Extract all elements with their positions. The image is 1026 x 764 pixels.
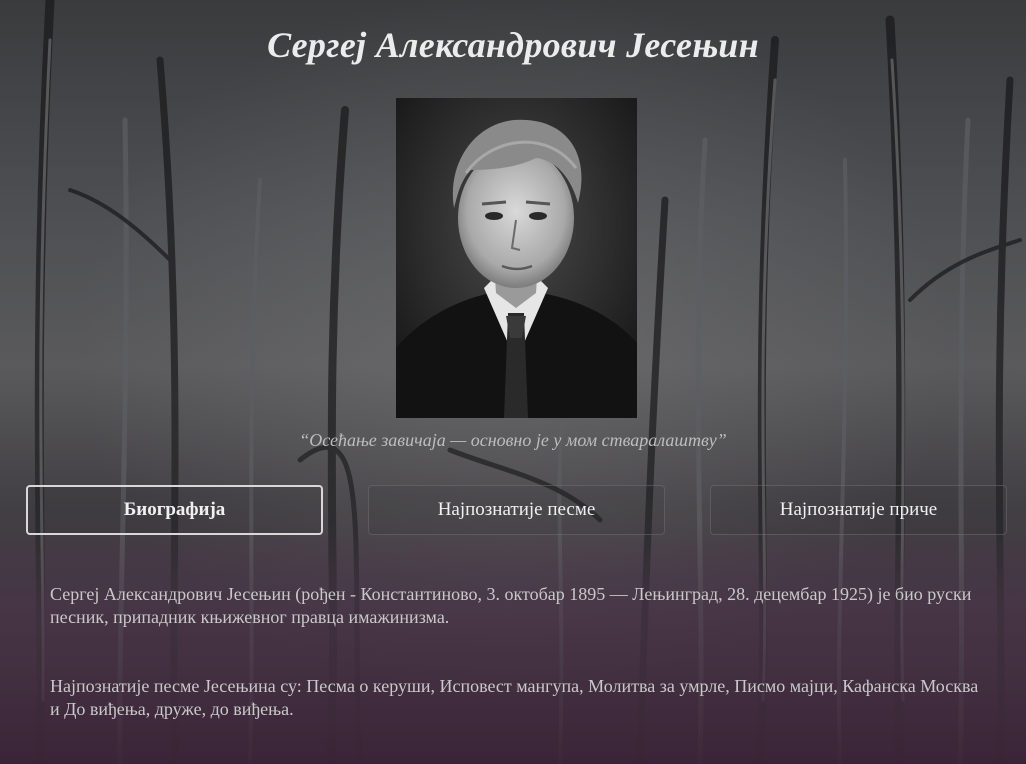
page-title: Сергеј Александрович Јесењин	[267, 25, 759, 65]
tab-biography[interactable]: Биографија	[26, 485, 323, 535]
tab-famous-stories[interactable]: Најпознатије приче	[710, 485, 1007, 535]
page-content: Сергеј Александрович Јесењин “Осећање за…	[0, 0, 1026, 764]
tab-bar: Биографија Најпознатије песме Најпознати…	[26, 485, 1008, 537]
tab-famous-poems[interactable]: Најпознатије песме	[368, 485, 665, 535]
quote: “Осећање завичаја — основно је у мом ств…	[299, 430, 727, 450]
biography-paragraph: Сергеј Александрович Јесењин (рођен - Ко…	[50, 584, 972, 627]
portrait-photo	[396, 98, 637, 418]
poems-paragraph: Најпознатије песме Јесењина су: Песма о …	[50, 676, 979, 719]
